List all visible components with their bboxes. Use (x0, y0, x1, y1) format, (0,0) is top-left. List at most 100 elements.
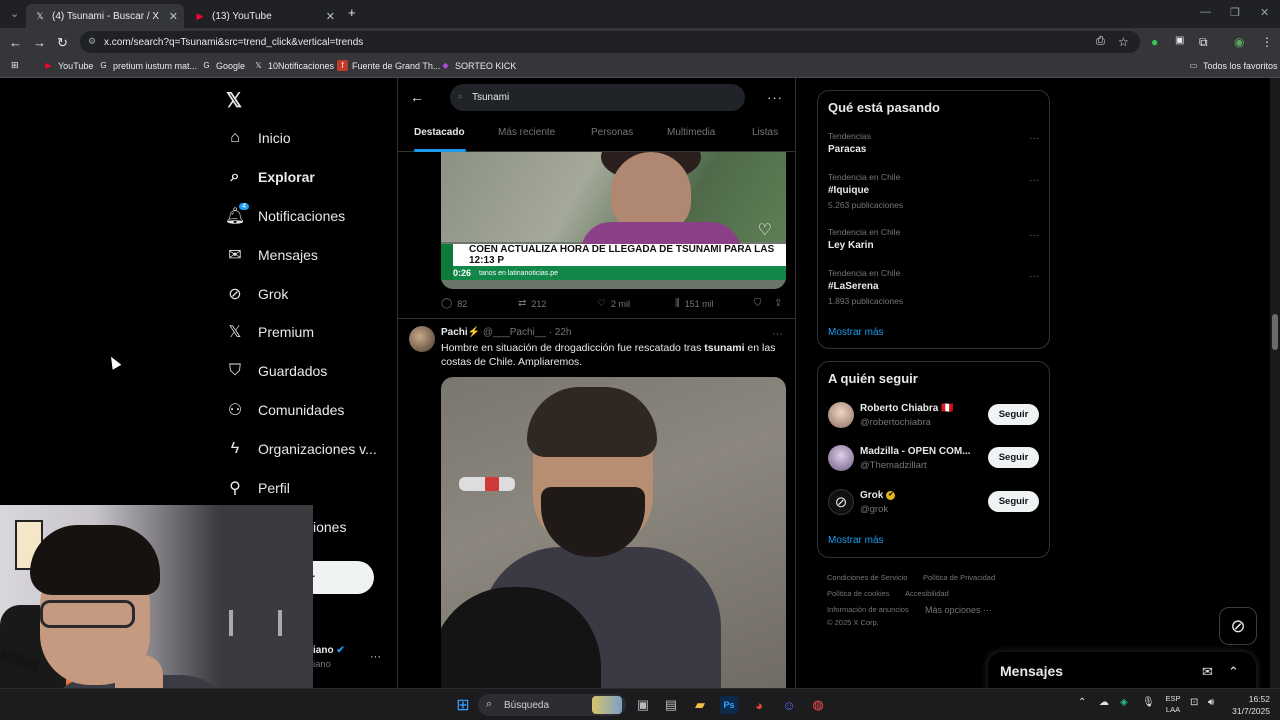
follow-button[interactable]: Seguir (988, 447, 1039, 468)
nav-comunidades[interactable]: ⚇ Comunidades (226, 394, 345, 426)
bookmark-notificaciones[interactable]: 𝕏 10Notificaciones (253, 60, 334, 71)
site-info-icon[interactable]: ⚙ (88, 36, 96, 47)
maximize-icon[interactable]: ❐ (1230, 6, 1240, 19)
language-indicator[interactable]: ESP LAA (1163, 693, 1183, 715)
close-icon[interactable]: ✕ (326, 10, 335, 23)
follow-button[interactable]: Seguir (988, 404, 1039, 425)
profile-avatar-icon[interactable]: ◉ (1234, 35, 1244, 49)
reply-button[interactable]: ◯ 82 (441, 298, 467, 309)
x-logo-icon[interactable]: 𝕏 (226, 88, 242, 113)
nav-mensajes[interactable]: ✉ Mensajes (226, 239, 318, 271)
follow-name[interactable]: Roberto Chiabra 🇵🇪 (860, 403, 978, 414)
footer-link[interactable]: Accesibilidad (905, 589, 949, 598)
footer-link[interactable]: Condiciones de Servicio (827, 573, 907, 582)
photoshop-icon[interactable]: Ps (720, 696, 738, 714)
follow-handle[interactable]: @Themadzillart (860, 460, 927, 471)
trend-name[interactable]: #LaSerena (828, 281, 879, 292)
nav-perfil[interactable]: ⚲ Perfil (226, 472, 290, 504)
reload-icon[interactable]: ↻ (57, 35, 68, 51)
install-app-icon[interactable]: ⎙ (1096, 35, 1105, 48)
like-button[interactable]: ♡ 2 mil (597, 298, 630, 309)
star-icon[interactable]: ☆ (1118, 35, 1129, 49)
trend-name[interactable]: Ley Karin (828, 240, 874, 251)
avatar[interactable] (828, 445, 854, 471)
trend-more-icon[interactable]: ··· (1029, 230, 1039, 241)
bookmark-fuente[interactable]: f Fuente de Grand Th... (337, 60, 440, 71)
close-window-icon[interactable]: ✕ (1260, 6, 1269, 19)
discord-icon[interactable]: ☺ (780, 696, 798, 714)
trend-name[interactable]: Paracas (828, 144, 866, 155)
messages-drawer[interactable]: Mensajes ✉ ⌃ (988, 652, 1256, 692)
footer-link[interactable]: Información de anuncios (827, 605, 909, 614)
avatar[interactable] (828, 402, 854, 428)
trend-name[interactable]: #Iquique (828, 185, 869, 196)
tab-youtube[interactable]: ▶ (13) YouTube ✕ (186, 4, 341, 28)
network-icon[interactable]: ⊡ (1190, 697, 1198, 708)
extension-green-icon[interactable]: ● (1151, 35, 1158, 49)
tab-tsunami[interactable]: 𝕏 (4) Tsunami - Buscar / X ✕ (26, 4, 184, 28)
clock[interactable]: 16:52 31/7/2025 (1228, 693, 1270, 717)
tweet-age[interactable]: · 22h (549, 327, 572, 338)
windows-start-icon[interactable]: ⊞ (454, 696, 472, 714)
file-explorer-icon[interactable]: ▰ (691, 696, 709, 714)
forward-icon[interactable]: → (33, 35, 46, 50)
all-bookmarks[interactable]: ▭ Todos los favoritos (1188, 60, 1278, 71)
tab-search-icon[interactable]: ⌄ (10, 7, 19, 20)
apps-grid-icon[interactable]: ⊞ (11, 60, 19, 71)
author-name[interactable]: Pachi⚡ (441, 327, 480, 338)
mic-icon[interactable]: 🎙︎ (1142, 697, 1155, 708)
page-scrollbar[interactable] (1270, 78, 1280, 688)
avatar[interactable] (409, 326, 435, 352)
new-tab-icon[interactable]: + (348, 5, 356, 20)
trend-more-icon[interactable]: ··· (1029, 133, 1039, 144)
account-menu-icon[interactable]: ··· (370, 651, 381, 663)
collapse-up-icon[interactable]: ⌃ (1228, 664, 1239, 680)
bookmark-button[interactable]: ⛉ (754, 298, 767, 309)
tab-multimedia[interactable]: Multimedia (667, 127, 715, 138)
new-message-icon[interactable]: ✉ (1202, 664, 1213, 680)
tweet-more-icon[interactable]: ··· (772, 328, 783, 340)
show-more-link[interactable]: Mostrar más (828, 535, 884, 546)
app-icon[interactable]: ▤ (662, 696, 680, 714)
follow-name[interactable]: Madzilla - OPEN COM... (860, 446, 978, 457)
close-icon[interactable]: ✕ (169, 10, 178, 23)
nav-more-options[interactable]: iones (313, 519, 346, 535)
footer-more-options[interactable]: Más opciones ··· (925, 605, 992, 615)
nav-organizaciones[interactable]: ϟ Organizaciones v... (226, 433, 377, 465)
footer-link[interactable]: Política de Privacidad (923, 573, 995, 582)
tab-personas[interactable]: Personas (591, 127, 633, 138)
minimize-icon[interactable]: — (1200, 6, 1211, 18)
nav-notificaciones[interactable]: 🔔︎ 4 Notificaciones (225, 200, 345, 232)
search-input[interactable]: ⌕ Tsunami (450, 84, 745, 111)
account-name[interactable]: iano ✔ (313, 645, 345, 656)
footer-link[interactable]: Política de cookies (827, 589, 890, 598)
bookmark-google[interactable]: G Google (201, 60, 245, 71)
more-options-icon[interactable]: ··· (767, 90, 783, 105)
puzzle-icon[interactable]: ⧉ (1199, 35, 1208, 50)
nav-grok[interactable]: ⊘ Grok (226, 278, 288, 310)
repost-button[interactable]: ⇄ 212 (518, 298, 546, 309)
url-field[interactable]: ⚙ x.com/search?q=Tsunami&src=trend_click… (80, 31, 1140, 53)
nav-guardados[interactable]: ⛉ Guardados (226, 355, 327, 387)
volume-icon[interactable]: 🔊︎ (1208, 697, 1214, 708)
chrome-icon[interactable]: ◕ (750, 696, 768, 714)
nav-explorar[interactable]: ⌕ Explorar (226, 161, 315, 193)
share-button[interactable]: ⇪ (774, 298, 787, 309)
security-icon[interactable]: ◈ (1120, 697, 1128, 708)
follow-handle[interactable]: @grok (860, 504, 888, 515)
tab-listas[interactable]: Listas (752, 127, 778, 138)
views-button[interactable]: ⫼ 151 mil (675, 298, 714, 309)
back-icon[interactable]: ← (9, 35, 22, 50)
extension-icon[interactable]: ▣ (1175, 35, 1184, 46)
show-more-link[interactable]: Mostrar más (828, 327, 884, 338)
trend-more-icon[interactable]: ··· (1029, 175, 1039, 186)
bookmark-kick[interactable]: ◆ SORTEO KICK (440, 60, 516, 71)
author-handle[interactable]: @___Pachi__ (483, 327, 546, 338)
tab-destacado[interactable]: Destacado (414, 127, 465, 138)
nav-premium[interactable]: 𝕏 Premium (226, 316, 314, 348)
scroll-thumb[interactable] (1272, 314, 1278, 350)
tab-mas-reciente[interactable]: Más reciente (498, 127, 555, 138)
video-player[interactable]: COEN ACTUALIZA HORA DE LLEGADA DE TSUNAM… (441, 152, 786, 289)
trend-more-icon[interactable]: ··· (1029, 271, 1039, 282)
grok-avatar-icon[interactable]: ⊘ (828, 489, 854, 515)
